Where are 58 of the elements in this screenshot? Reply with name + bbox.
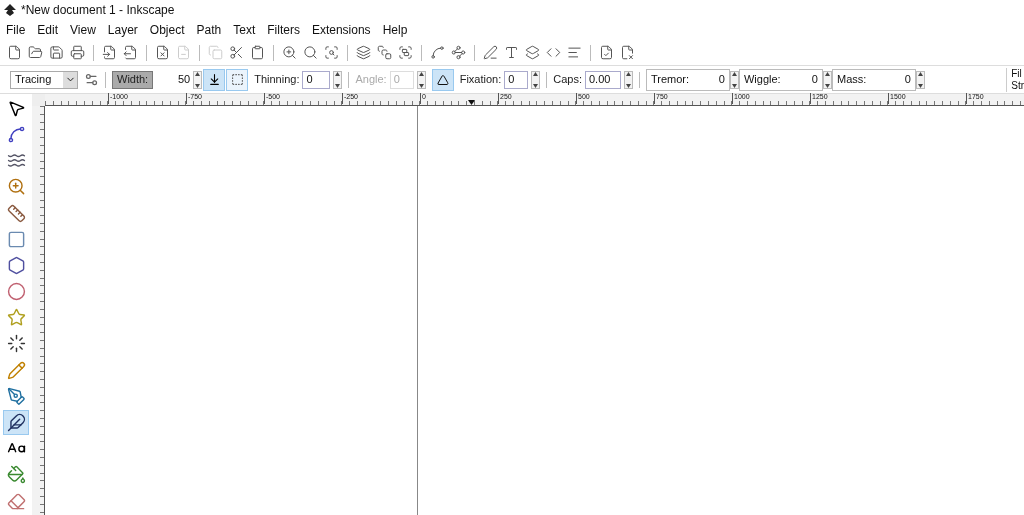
down-arrow-icon: [732, 83, 737, 88]
number-field[interactable]: Tremor: 0: [646, 68, 730, 91]
menu-item[interactable]: Filters: [267, 21, 300, 39]
menu-item[interactable]: Path: [196, 21, 222, 39]
up-arrow-icon: [195, 71, 201, 76]
angle-toggle-button[interactable]: [431, 68, 454, 91]
field-label: Caps:: [553, 72, 582, 88]
spin-buttons[interactable]: [416, 70, 426, 89]
up-arrow-icon: [418, 71, 424, 76]
preset-dropdown[interactable]: Tracing: [10, 70, 78, 89]
menu-item[interactable]: Text: [233, 21, 256, 39]
app-logo-icon: [4, 4, 16, 16]
triangle-icon: [436, 73, 449, 86]
pressure-toggle-button[interactable]: [203, 68, 226, 91]
menu-item[interactable]: Edit: [37, 21, 59, 39]
arrow-down-to-line-icon: [207, 73, 221, 86]
spin-buttons[interactable]: [624, 70, 633, 89]
number-field[interactable]: 0: [504, 70, 529, 89]
menu-item[interactable]: File: [6, 21, 26, 39]
spin-buttons[interactable]: [916, 70, 925, 89]
menu-item[interactable]: Extensions: [311, 21, 371, 39]
tilt-toggle-button[interactable]: [226, 68, 249, 91]
style-label: Str: [1011, 79, 1024, 92]
dashed-square-icon: [230, 73, 244, 86]
number-field[interactable]: Mass: 0: [832, 68, 916, 91]
up-arrow-icon: [732, 71, 737, 76]
spin-buttons[interactable]: [823, 70, 832, 89]
style-label: Fil: [1011, 67, 1023, 80]
down-arrow-icon: [626, 83, 631, 88]
menu-item[interactable]: Layer: [107, 21, 138, 39]
preset-settings-icon[interactable]: [84, 72, 99, 87]
menu-item[interactable]: Help: [382, 21, 408, 39]
down-arrow-icon: [918, 83, 923, 88]
up-arrow-icon: [626, 71, 631, 76]
number-field[interactable]: 0.00: [585, 70, 621, 89]
window-title: *New document 1 - Inkscape: [21, 2, 175, 19]
field-label: Angle:: [355, 72, 387, 88]
number-field[interactable]: 0: [302, 70, 331, 89]
spin-buttons[interactable]: [730, 70, 739, 89]
down-arrow-icon: [195, 83, 201, 88]
down-arrow-icon: [335, 83, 341, 88]
spin-buttons[interactable]: [333, 70, 343, 89]
calligraphy-pen-icon[interactable]: [3, 410, 29, 435]
menu-item[interactable]: Object: [149, 21, 185, 39]
field-label: Fixation:: [459, 72, 502, 88]
down-arrow-icon: [418, 83, 424, 88]
menu-item[interactable]: View: [70, 21, 96, 39]
up-arrow-icon: [533, 71, 539, 76]
up-arrow-icon: [335, 71, 341, 76]
up-arrow-icon: [918, 71, 923, 76]
up-arrow-icon: [825, 71, 830, 76]
down-arrow-icon: [533, 83, 539, 88]
down-arrow-icon: [825, 83, 830, 88]
width-label-button[interactable]: Width:: [112, 70, 154, 89]
field-label: Thinning:: [254, 72, 300, 88]
spin-buttons[interactable]: [531, 70, 541, 89]
number-field[interactable]: Wiggle: 0: [739, 68, 823, 91]
spin-buttons[interactable]: [193, 70, 203, 89]
